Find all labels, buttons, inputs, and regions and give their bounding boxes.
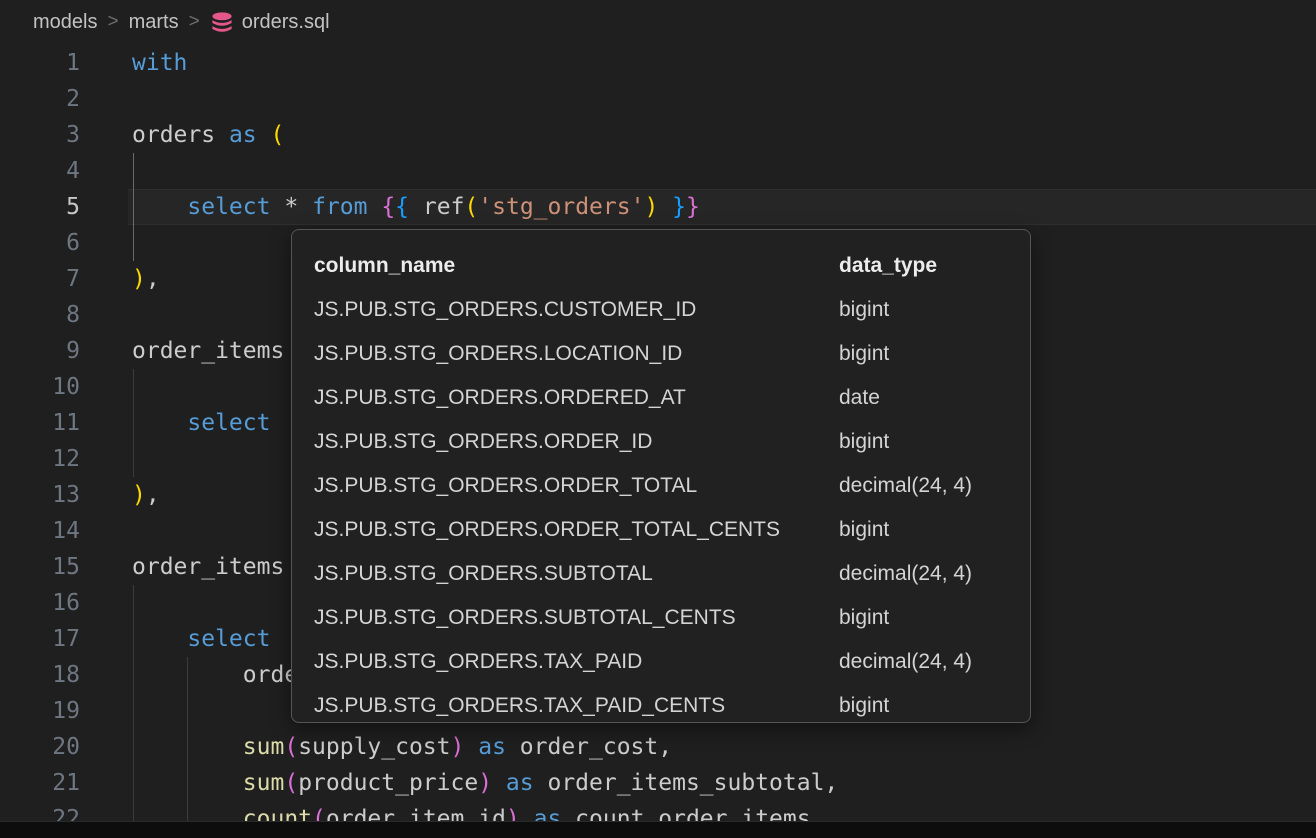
code-line-20[interactable]: 20 sum(supply_cost) as order_cost, <box>0 729 1316 765</box>
code-line-1[interactable]: 1with <box>0 45 1316 81</box>
line-number-8[interactable]: 8 <box>0 297 132 333</box>
database-icon <box>210 11 234 35</box>
popup-row: JS.PUB.STG_ORDERS.CUSTOMER_IDbigint <box>292 288 1030 332</box>
code-text <box>132 153 1316 189</box>
code-text: sum(product_price) as order_items_subtot… <box>132 765 1316 801</box>
line-number-7[interactable]: 7 <box>0 261 132 297</box>
popup-cell-column-name: JS.PUB.STG_ORDERS.ORDER_ID <box>314 430 839 454</box>
line-number-13[interactable]: 13 <box>0 477 132 513</box>
code-line-2[interactable]: 2 <box>0 81 1316 117</box>
line-number-17[interactable]: 17 <box>0 621 132 657</box>
line-number-12[interactable]: 12 <box>0 441 132 477</box>
popup-cell-column-name: JS.PUB.STG_ORDERS.ORDERED_AT <box>314 386 839 410</box>
line-number-4[interactable]: 4 <box>0 153 132 189</box>
popup-header-column-name: column_name <box>314 254 839 278</box>
line-number-21[interactable]: 21 <box>0 765 132 801</box>
popup-row: JS.PUB.STG_ORDERS.TAX_PAIDdecimal(24, 4) <box>292 640 1030 684</box>
popup-row: JS.PUB.STG_ORDERS.ORDER_TOTALdecimal(24,… <box>292 464 1030 508</box>
line-number-6[interactable]: 6 <box>0 225 132 261</box>
code-line-4[interactable]: 4 <box>0 153 1316 189</box>
popup-cell-data-type: date <box>839 386 1008 410</box>
popup-row: JS.PUB.STG_ORDERS.SUBTOTAL_CENTSbigint <box>292 596 1030 640</box>
line-number-20[interactable]: 20 <box>0 729 132 765</box>
line-number-3[interactable]: 3 <box>0 117 132 153</box>
popup-cell-column-name: JS.PUB.STG_ORDERS.TAX_PAID_CENTS <box>314 694 839 718</box>
popup-cell-column-name: JS.PUB.STG_ORDERS.ORDER_TOTAL <box>314 474 839 498</box>
code-text: select * from {{ ref('stg_orders') }} <box>132 189 1316 225</box>
popup-row: JS.PUB.STG_ORDERS.LOCATION_IDbigint <box>292 332 1030 376</box>
breadcrumb-item-file[interactable]: orders.sql <box>210 11 330 35</box>
code-line-5[interactable]: 5 select * from {{ ref('stg_orders') }} <box>0 189 1316 225</box>
code-text: sum(supply_cost) as order_cost, <box>132 729 1316 765</box>
popup-cell-column-name: JS.PUB.STG_ORDERS.TAX_PAID <box>314 650 839 674</box>
line-number-10[interactable]: 10 <box>0 369 132 405</box>
popup-cell-data-type: bigint <box>839 606 1008 630</box>
popup-row: JS.PUB.STG_ORDERS.ORDER_IDbigint <box>292 420 1030 464</box>
line-number-2[interactable]: 2 <box>0 81 132 117</box>
popup-header-row: column_name data_type <box>292 244 1030 288</box>
popup-cell-data-type: bigint <box>839 518 1008 542</box>
code-line-21[interactable]: 21 sum(product_price) as order_items_sub… <box>0 765 1316 801</box>
breadcrumb-file-label: orders.sql <box>242 11 330 34</box>
breadcrumb-item-models[interactable]: models <box>33 11 97 34</box>
line-number-9[interactable]: 9 <box>0 333 132 369</box>
breadcrumb: models > marts > orders.sql <box>0 0 1316 45</box>
code-text <box>132 81 1316 117</box>
code-line-3[interactable]: 3orders as ( <box>0 117 1316 153</box>
popup-row: JS.PUB.STG_ORDERS.SUBTOTALdecimal(24, 4) <box>292 552 1030 596</box>
popup-cell-data-type: bigint <box>839 298 1008 322</box>
popup-header-data-type: data_type <box>839 254 1008 278</box>
popup-row: JS.PUB.STG_ORDERS.TAX_PAID_CENTSbigint <box>292 684 1030 723</box>
popup-row: JS.PUB.STG_ORDERS.ORDER_TOTAL_CENTSbigin… <box>292 508 1030 552</box>
popup-cell-data-type: bigint <box>839 342 1008 366</box>
column-hover-popup: column_name data_type JS.PUB.STG_ORDERS.… <box>291 229 1031 723</box>
popup-cell-data-type: decimal(24, 4) <box>839 650 1008 674</box>
line-number-18[interactable]: 18 <box>0 657 132 693</box>
popup-cell-data-type: decimal(24, 4) <box>839 562 1008 586</box>
line-number-5[interactable]: 5 <box>0 189 132 225</box>
popup-cell-data-type: bigint <box>839 694 1008 718</box>
popup-cell-column-name: JS.PUB.STG_ORDERS.CUSTOMER_ID <box>314 298 839 322</box>
line-number-15[interactable]: 15 <box>0 549 132 585</box>
breadcrumb-separator-icon: > <box>189 11 200 33</box>
popup-cell-column-name: JS.PUB.STG_ORDERS.SUBTOTAL <box>314 562 839 586</box>
breadcrumb-separator-icon: > <box>107 11 118 33</box>
popup-cell-column-name: JS.PUB.STG_ORDERS.LOCATION_ID <box>314 342 839 366</box>
line-number-11[interactable]: 11 <box>0 405 132 441</box>
popup-cell-data-type: bigint <box>839 430 1008 454</box>
popup-cell-column-name: JS.PUB.STG_ORDERS.ORDER_TOTAL_CENTS <box>314 518 839 542</box>
code-text: with <box>132 45 1316 81</box>
popup-cell-column-name: JS.PUB.STG_ORDERS.SUBTOTAL_CENTS <box>314 606 839 630</box>
line-number-16[interactable]: 16 <box>0 585 132 621</box>
line-number-14[interactable]: 14 <box>0 513 132 549</box>
breadcrumb-item-marts[interactable]: marts <box>129 11 179 34</box>
code-text: orders as ( <box>132 117 1316 153</box>
popup-cell-data-type: decimal(24, 4) <box>839 474 1008 498</box>
line-number-19[interactable]: 19 <box>0 693 132 729</box>
editor-bottom-edge <box>0 821 1316 838</box>
popup-row: JS.PUB.STG_ORDERS.ORDERED_ATdate <box>292 376 1030 420</box>
line-number-1[interactable]: 1 <box>0 45 132 81</box>
